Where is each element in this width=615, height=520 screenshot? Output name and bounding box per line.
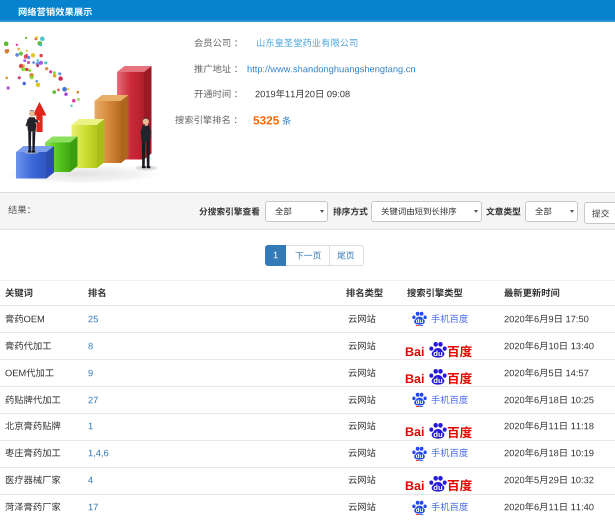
svg-text:du: du [415, 318, 423, 325]
svg-text:du: du [433, 376, 443, 385]
svg-text:du: du [433, 349, 443, 358]
svg-text:du: du [415, 399, 423, 406]
svg-text:du: du [433, 483, 443, 492]
svg-text:du: du [415, 507, 423, 514]
svg-text:du: du [433, 430, 443, 439]
svg-text:du: du [415, 453, 423, 460]
